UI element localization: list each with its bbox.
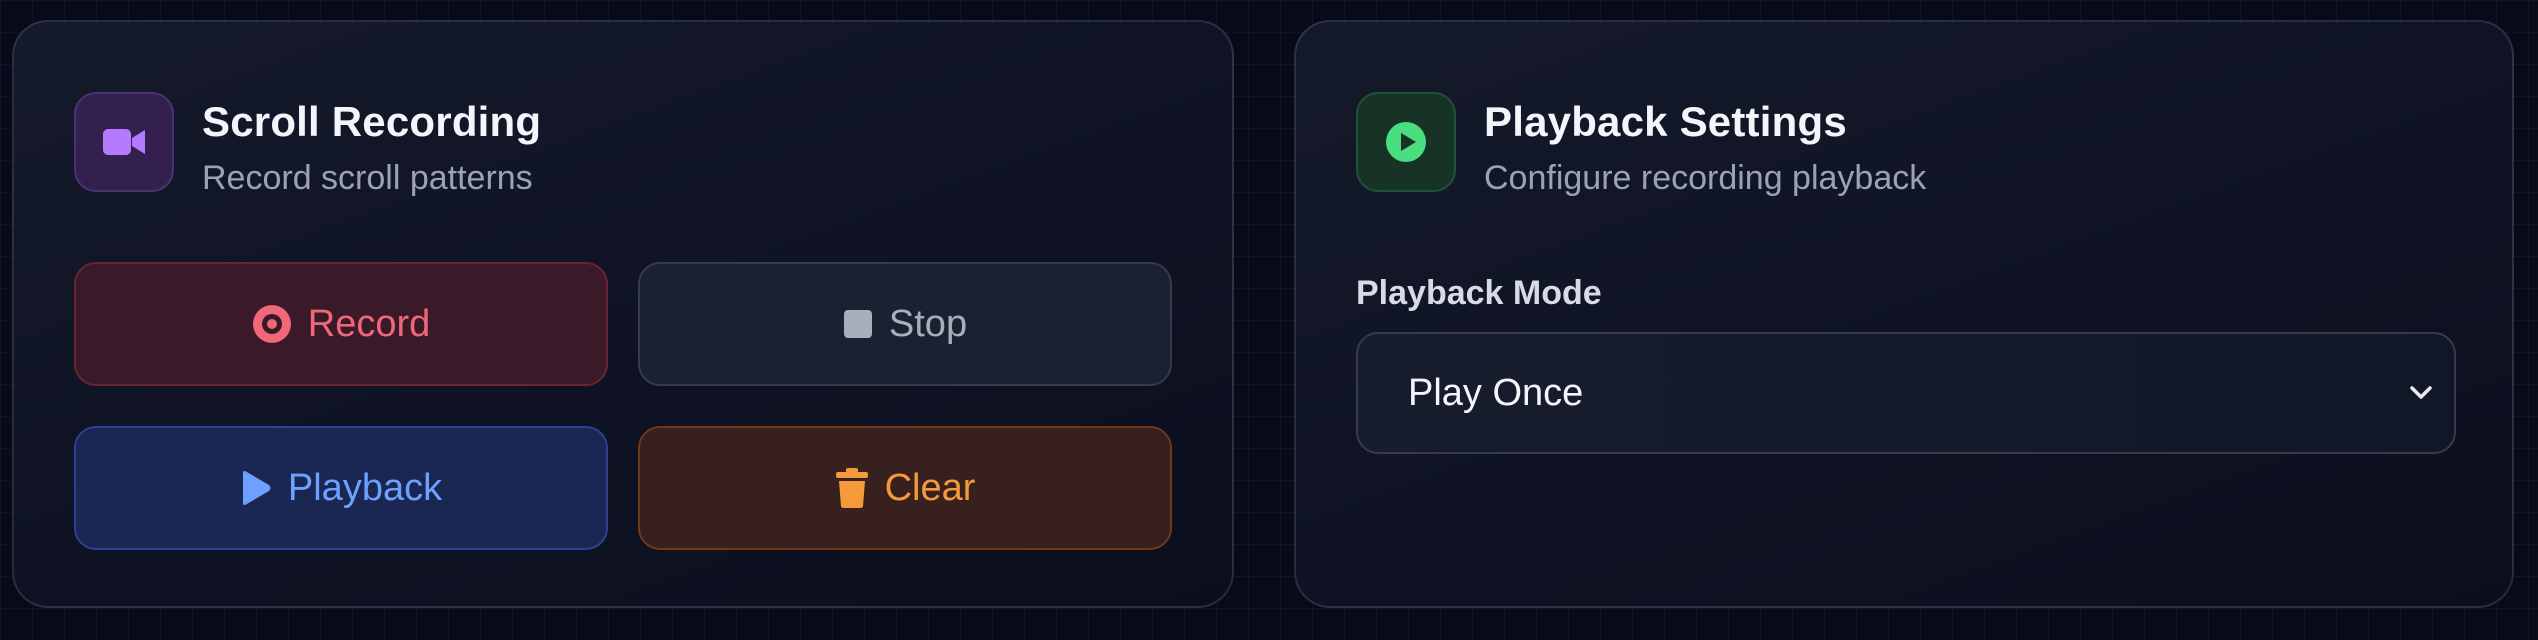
playback-settings-title: Playback Settings	[1484, 98, 1847, 145]
video-camera-icon	[74, 92, 174, 192]
playback-mode-select[interactable]: Play Once	[1356, 332, 2456, 454]
chevron-down-icon	[2410, 386, 2432, 400]
playback-settings-panel: Playback Settings Configure recording pl…	[1294, 20, 2514, 608]
playback-button[interactable]: Playback	[74, 426, 608, 550]
playback-settings-subtitle: Configure recording playback	[1484, 159, 1927, 197]
stop-icon	[843, 309, 873, 339]
scroll-recording-header: Scroll Recording Record scroll patterns	[74, 92, 541, 198]
playback-button-label: Playback	[287, 466, 443, 509]
record-button-label: Record	[307, 302, 431, 345]
play-circle-icon	[1356, 92, 1456, 192]
stop-button-label: Stop	[888, 302, 968, 345]
playback-settings-header: Playback Settings Configure recording pl…	[1356, 92, 1926, 198]
scroll-recording-panel: Scroll Recording Record scroll patterns …	[12, 20, 1234, 608]
clear-button[interactable]: Clear	[638, 426, 1172, 550]
record-button[interactable]: Record	[74, 262, 608, 386]
playback-mode-label: Playback Mode	[1356, 274, 1602, 312]
scroll-recording-title: Scroll Recording	[202, 98, 542, 145]
scroll-recording-subtitle: Record scroll patterns	[202, 159, 533, 197]
clear-button-label: Clear	[884, 466, 976, 509]
playback-mode-value: Play Once	[1408, 371, 1584, 414]
trash-icon	[835, 467, 869, 509]
play-icon	[240, 470, 272, 506]
stop-button[interactable]: Stop	[638, 262, 1172, 386]
page: Scroll Recording Record scroll patterns …	[0, 0, 2538, 640]
record-icon	[252, 304, 292, 344]
